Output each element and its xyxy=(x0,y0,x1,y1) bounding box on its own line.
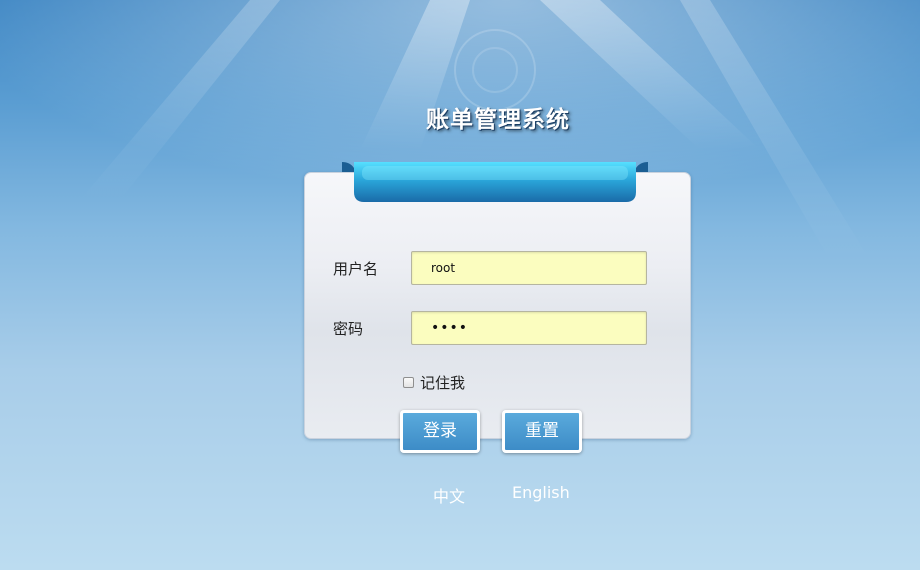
remember-me[interactable]: 记住我 xyxy=(403,372,465,393)
remember-me-label: 记住我 xyxy=(420,374,466,392)
login-button[interactable]: 登录 xyxy=(400,410,480,453)
password-label: 密码 xyxy=(333,320,364,338)
panel-ribbon-decoration xyxy=(342,162,648,202)
reset-button[interactable]: 重置 xyxy=(502,410,582,453)
language-english-link[interactable]: English xyxy=(512,483,570,502)
app-title: 账单管理系统 xyxy=(426,107,570,133)
username-label: 用户名 xyxy=(333,260,379,278)
language-chinese-link[interactable]: 中文 xyxy=(433,483,465,507)
remember-me-checkbox[interactable] xyxy=(403,377,414,388)
login-panel xyxy=(304,172,691,439)
username-input[interactable]: root xyxy=(411,251,647,285)
password-input[interactable]: •••• xyxy=(411,311,647,345)
